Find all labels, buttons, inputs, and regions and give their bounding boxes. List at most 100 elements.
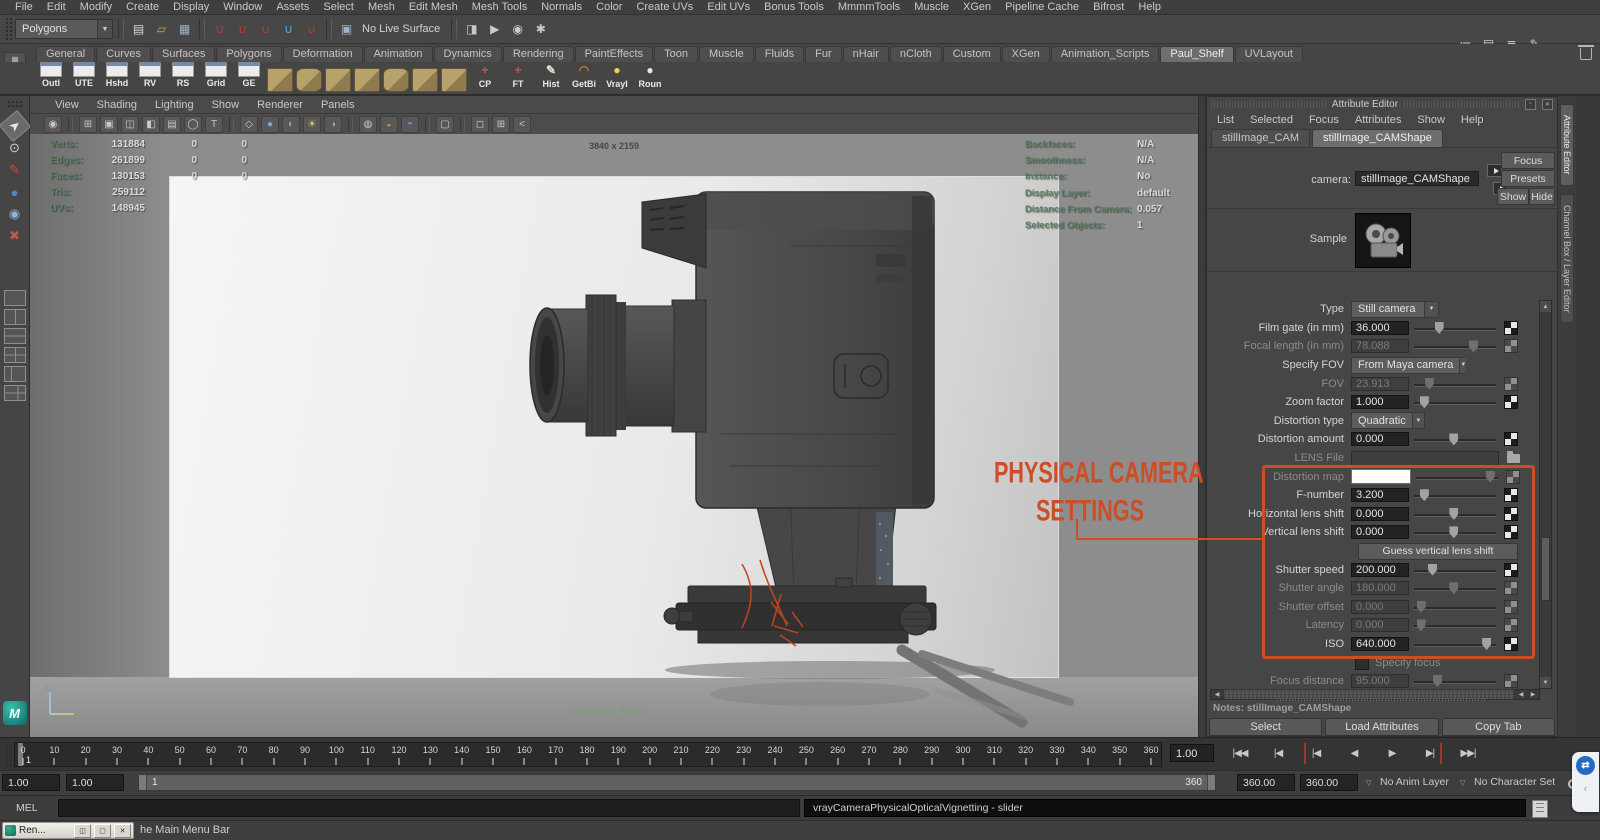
sample-swatch[interactable] bbox=[1355, 213, 1411, 268]
shelf-button-rs[interactable]: RS bbox=[168, 62, 198, 94]
range-start-handle[interactable] bbox=[139, 775, 147, 790]
viewport-menu-show[interactable]: Show bbox=[203, 99, 249, 111]
selection-mode-dropdown[interactable]: Polygons ▼ bbox=[15, 19, 113, 39]
viewport-menu-view[interactable]: View bbox=[46, 99, 88, 111]
shelf-crate-icon[interactable] bbox=[441, 67, 467, 92]
command-input[interactable] bbox=[58, 799, 800, 817]
use-lights-icon[interactable]: ☀ bbox=[303, 115, 321, 133]
shelf-tab-animation[interactable]: Animation bbox=[363, 46, 433, 62]
folder-icon[interactable] bbox=[1507, 450, 1520, 463]
shelf-crate-icon[interactable] bbox=[412, 67, 438, 92]
hide-button[interactable]: Hide bbox=[1529, 188, 1555, 205]
camera-select-icon[interactable]: ◉ bbox=[44, 115, 62, 133]
maximize-window-icon[interactable]: ▢ bbox=[94, 823, 111, 838]
toolbox-grip[interactable] bbox=[6, 100, 23, 108]
viewport-menu-shading[interactable]: Shading bbox=[88, 99, 146, 111]
snap-surface-icon[interactable]: ∪ bbox=[302, 20, 321, 39]
viewport-canvas[interactable]: Verts: 131884 0 0 Edges: 261899 0 0 Faces: 130153… bbox=[30, 134, 1198, 737]
menu-create-uvs[interactable]: Create UVs bbox=[629, 0, 700, 14]
menu-edit-uvs[interactable]: Edit UVs bbox=[700, 0, 757, 14]
drag-handle[interactable] bbox=[1211, 100, 1326, 108]
time-slider-grip[interactable] bbox=[5, 743, 12, 767]
shelf-tab-dynamics[interactable]: Dynamics bbox=[433, 46, 502, 62]
slider-handle[interactable] bbox=[1424, 377, 1434, 390]
safe-action-icon[interactable]: ◯ bbox=[184, 115, 202, 133]
open-scene-icon[interactable]: ▱ bbox=[152, 20, 171, 39]
default-material-icon[interactable]: ◍ bbox=[359, 115, 377, 133]
shelf-crate-icon[interactable] bbox=[267, 67, 293, 92]
shelf-button-ft[interactable]: + FT bbox=[503, 62, 533, 94]
move-tool-icon[interactable]: ● bbox=[3, 181, 27, 203]
shelf-button-vrayi[interactable]: ● VrayI bbox=[602, 62, 632, 94]
side-tab-attribute-editor[interactable]: Attribute Editor bbox=[1560, 104, 1574, 186]
shelf-tab-fur[interactable]: Fur bbox=[805, 46, 842, 62]
play-backwards-button[interactable]: ◀ bbox=[1342, 743, 1366, 764]
shadows-icon[interactable]: ◑ bbox=[324, 115, 342, 133]
teamviewer-dock-tab[interactable]: ⇄ ‹ bbox=[1572, 752, 1599, 812]
outliner-toggle-icon[interactable]: < bbox=[513, 115, 531, 133]
shelf-tab-painteffects[interactable]: PaintEffects bbox=[574, 46, 654, 62]
snap-point-icon[interactable]: ∪ bbox=[256, 20, 275, 39]
anim-end-field[interactable]: 360.00 bbox=[1237, 774, 1295, 791]
resolution-gate-icon[interactable]: ◫ bbox=[121, 115, 139, 133]
toolbar-grip[interactable] bbox=[5, 17, 12, 41]
menu-normals[interactable]: Normals bbox=[534, 0, 589, 14]
select-button[interactable]: Select bbox=[1209, 718, 1323, 736]
viewport-menu-renderer[interactable]: Renderer bbox=[248, 99, 312, 111]
construction-history-icon[interactable]: ◨ bbox=[462, 20, 481, 39]
shelf-tab-paul-shelf[interactable]: Paul_Shelf bbox=[1160, 46, 1234, 62]
new-scene-icon[interactable]: ▤ bbox=[129, 20, 148, 39]
shelf-button-roun[interactable]: ● Roun bbox=[635, 62, 665, 94]
scroll-right-icon[interactable]: ▶ bbox=[1527, 691, 1539, 698]
wireframe-icon[interactable]: ◇ bbox=[240, 115, 258, 133]
map-button[interactable] bbox=[1504, 320, 1518, 335]
film-gate-in-mm-field[interactable]: 36.000 bbox=[1351, 320, 1409, 335]
layout-preset-3-button[interactable] bbox=[3, 328, 26, 344]
gate-mask-icon[interactable]: ◧ bbox=[142, 115, 160, 133]
live-surface-icon[interactable]: ▣ bbox=[337, 20, 356, 39]
show-input-connections-icon[interactable] bbox=[1487, 164, 1502, 177]
scroll-down-icon[interactable]: ▼ bbox=[1540, 677, 1551, 688]
camera-model[interactable] bbox=[30, 134, 1198, 737]
shelf-tab-ncloth[interactable]: nCloth bbox=[889, 46, 942, 62]
shelf-tab-general[interactable]: General bbox=[36, 46, 96, 62]
fov-slider[interactable] bbox=[1414, 377, 1496, 391]
menu-modify[interactable]: Modify bbox=[73, 0, 119, 14]
playback-start-field[interactable]: 1.00 bbox=[2, 774, 60, 791]
shelf-crate-icon[interactable] bbox=[325, 67, 351, 92]
single-pane-icon[interactable]: ◻ bbox=[471, 115, 489, 133]
menu-file[interactable]: File bbox=[8, 0, 40, 14]
attribute-editor-title-bar[interactable]: Attribute Editor ▫ ✕ bbox=[1207, 97, 1557, 111]
distortion-type-dropdown[interactable]: Quadratic ▼ bbox=[1351, 412, 1425, 430]
current-time-field[interactable]: 1.00 bbox=[1170, 744, 1214, 762]
script-editor-icon[interactable] bbox=[1532, 800, 1548, 818]
close-window-icon[interactable]: ✕ bbox=[114, 823, 131, 838]
menu-window[interactable]: Window bbox=[216, 0, 269, 14]
go-to-end-button[interactable]: ▶▶| bbox=[1456, 743, 1480, 764]
shelf-button-hshd[interactable]: Hshd bbox=[102, 62, 132, 94]
map-button[interactable] bbox=[1504, 674, 1518, 689]
shelf-crate-icon[interactable] bbox=[383, 67, 409, 92]
shelf-tab-curves[interactable]: Curves bbox=[96, 46, 151, 62]
ae-tab-stillimage-cam[interactable]: stillImage_CAM bbox=[1211, 129, 1311, 147]
shelf-tab-uvlayout[interactable]: UVLayout bbox=[1234, 46, 1303, 62]
trash-icon[interactable] bbox=[1578, 45, 1594, 60]
slider-handle[interactable] bbox=[1432, 675, 1442, 688]
map-button[interactable] bbox=[1504, 339, 1518, 354]
ae-menu-show[interactable]: Show bbox=[1409, 114, 1453, 126]
shelf-tab-rendering[interactable]: Rendering bbox=[502, 46, 574, 62]
restore-window-icon[interactable]: ◫ bbox=[74, 823, 91, 838]
shelf-button-outl[interactable]: Outl bbox=[36, 62, 66, 94]
scroll-left-icon[interactable]: ◀ bbox=[1515, 691, 1527, 698]
menu-bifrost[interactable]: Bifrost bbox=[1086, 0, 1131, 14]
shelf-button-cp[interactable]: + CP bbox=[470, 62, 500, 94]
map-button[interactable] bbox=[1504, 395, 1518, 410]
playback-end-field[interactable]: 360.00 bbox=[1300, 774, 1358, 791]
menu-bonus-tools[interactable]: Bonus Tools bbox=[757, 0, 831, 14]
focal-length-in-mm-field[interactable]: 78.088 bbox=[1351, 339, 1409, 354]
lens-file-field[interactable] bbox=[1351, 450, 1499, 466]
restore-panel-icon[interactable]: ▫ bbox=[1525, 98, 1536, 110]
load-attributes-button[interactable]: Load Attributes bbox=[1325, 718, 1439, 736]
menu-mesh[interactable]: Mesh bbox=[361, 0, 402, 14]
ae-menu-list[interactable]: List bbox=[1209, 114, 1242, 126]
